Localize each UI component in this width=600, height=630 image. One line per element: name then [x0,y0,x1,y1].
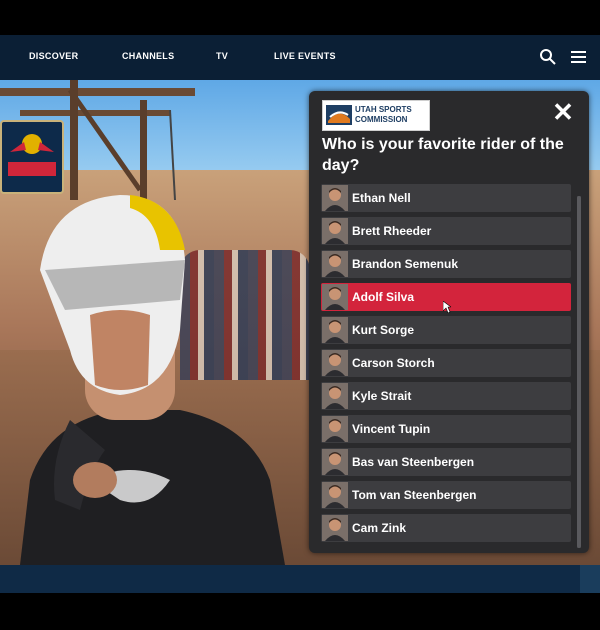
top-nav: DISCOVER CHANNELS TV LIVE EVENTS [0,35,600,80]
rider-option[interactable]: Bas van Steenbergen [321,448,571,476]
rider-name: Brandon Semenuk [352,257,459,271]
bottom-bar-end [580,565,600,593]
rider-option[interactable]: Tom van Steenbergen [321,481,571,509]
sponsor-name-line2: COMMISSION [355,115,408,124]
nav-live-events[interactable]: LIVE EVENTS [274,51,336,61]
utah-sports-commission-logo: UTAH SPORTS COMMISSION [322,100,430,131]
rider-name: Kurt Sorge [352,323,415,337]
nav-tv[interactable]: TV [216,51,228,61]
rider-name: Cam Zink [352,521,407,535]
nav-channels[interactable]: CHANNELS [122,51,174,61]
bottom-bar [0,565,580,593]
rider-avatar [322,383,348,409]
rider-option[interactable]: Ethan Nell [321,184,571,212]
search-icon[interactable] [539,48,557,66]
app-screen: DISCOVER CHANNELS TV LIVE EVENTS UTAH SP… [0,0,600,630]
rider-option[interactable]: Kyle Strait [321,382,571,410]
close-icon[interactable]: ✕ [549,99,577,125]
sponsor-name-line1: UTAH SPORTS [355,105,412,114]
rider-name: Adolf Silva [352,290,415,304]
rider-avatar [322,416,348,442]
rider-name: Brett Rheeder [352,224,432,238]
poll-question: Who is your favorite rider of the day? [322,136,564,174]
rider-avatar [322,482,348,508]
rider-avatar [322,218,348,244]
video-player[interactable]: UTAH SPORTS COMMISSION ✕ Who is your fav… [0,80,600,565]
rider-name: Carson Storch [352,356,435,370]
hamburger-menu-icon[interactable] [570,48,588,66]
rider-option[interactable]: Brandon Semenuk [321,250,571,278]
rider-option[interactable]: Cam Zink [321,514,571,542]
rider-name: Ethan Nell [352,191,411,205]
rider-avatar [322,251,348,277]
rider-avatar [322,284,348,310]
rider-name: Tom van Steenbergen [352,488,477,502]
rider-option[interactable]: Carson Storch [321,349,571,377]
rider-avatar [322,449,348,475]
rider-name: Vincent Tupin [352,422,431,436]
sponsor-emblem-icon [326,105,352,125]
rider-option[interactable]: Kurt Sorge [321,316,571,344]
rider-avatar [322,515,348,541]
mouse-cursor-icon [443,301,451,313]
rider-avatar [322,185,348,211]
scrollbar-thumb[interactable] [577,196,581,548]
rider-option[interactable]: Vincent Tupin [321,415,571,443]
rider-name: Bas van Steenbergen [352,455,475,469]
rider-avatar [322,317,348,343]
rider-avatar [322,350,348,376]
rider-option[interactable]: Brett Rheeder [321,217,571,245]
rider-name: Kyle Strait [352,389,412,403]
rider-in-helmet [20,195,285,565]
poll-panel: UTAH SPORTS COMMISSION ✕ Who is your fav… [309,91,589,553]
nav-discover[interactable]: DISCOVER [29,51,78,61]
